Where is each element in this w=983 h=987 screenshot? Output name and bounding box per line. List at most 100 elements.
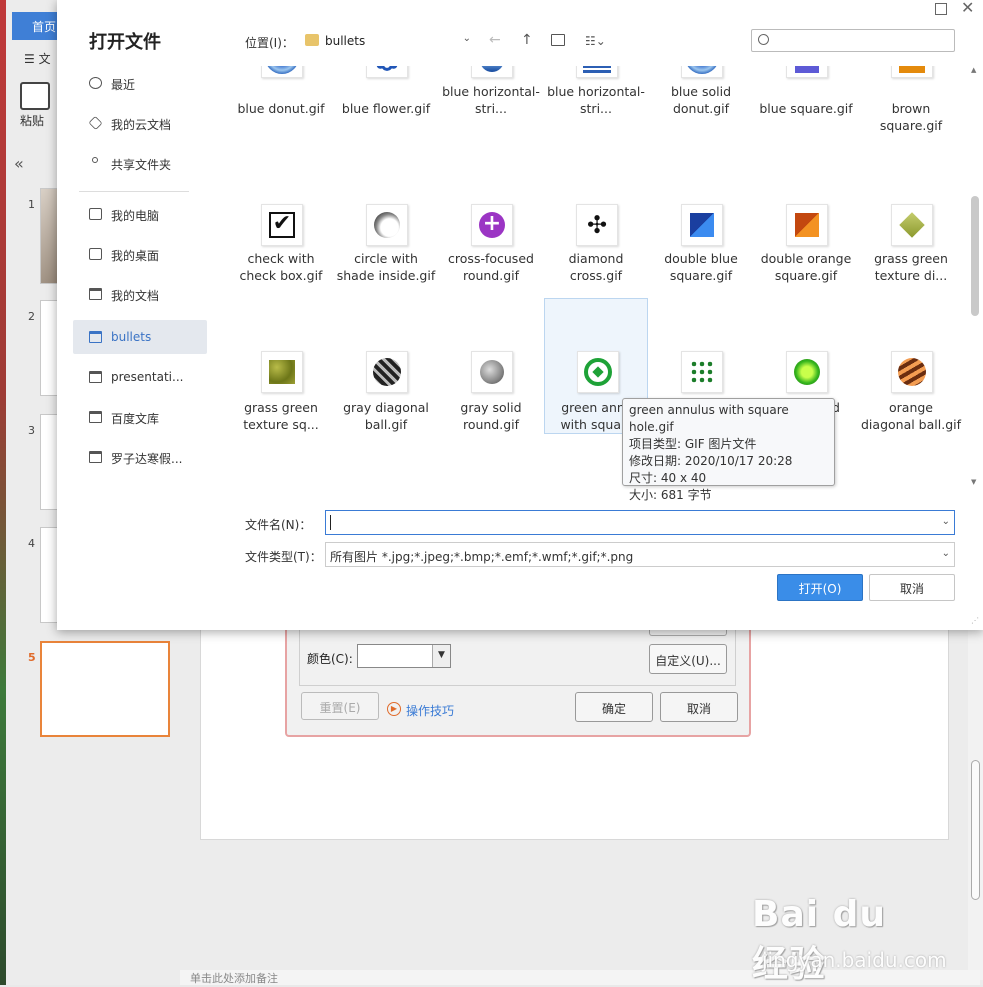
sidebar-item-recent[interactable]: 最近 (73, 66, 207, 100)
ok-button[interactable]: 确定 (575, 692, 653, 722)
file-item[interactable]: brown square.gif (859, 66, 963, 184)
tooltip-filename: green annulus with square hole.gif (629, 403, 789, 434)
slide-preview (40, 641, 170, 737)
sidebar-item-computer[interactable]: 我的电脑 (73, 197, 207, 231)
file-item[interactable]: ✔ check with check box.gif (229, 196, 333, 332)
folder-icon (89, 288, 102, 300)
clock-icon (89, 77, 102, 89)
file-name: grass green texture sq... (243, 400, 319, 432)
file-name: blue horizontal-stri... (547, 84, 645, 116)
gray-round-icon (471, 351, 513, 393)
editor-scrollbar[interactable] (968, 630, 983, 980)
file-item[interactable]: blue horizontal-stri... (439, 66, 543, 184)
dialog-title: 打开文件 (89, 32, 161, 53)
file-item[interactable]: circle with shade inside.gif (334, 196, 438, 332)
file-item[interactable]: blue square.gif (754, 66, 858, 184)
color-label: 颜色(C): (307, 652, 353, 666)
sidebar-item-label: bullets (111, 330, 152, 344)
collapse-panel-icon[interactable]: « (14, 154, 24, 173)
filetype-value: 所有图片 *.jpg;*.jpeg;*.bmp;*.emf;*.wmf;*.gi… (330, 550, 634, 564)
baidu-watermark: Bai du 经验 jingyan.baidu.com (752, 878, 947, 985)
tooltip-date: 修改日期: 2020/10/17 20:28 (629, 454, 793, 468)
open-button[interactable]: 打开(O) (777, 574, 863, 601)
file-item[interactable]: blue flower.gif (334, 66, 438, 184)
file-name: grass green texture di... (874, 251, 948, 283)
chevron-down-icon[interactable]: ⌄ (463, 33, 471, 44)
sidebar-item-label: presentati... (111, 370, 184, 384)
chevron-down-icon[interactable]: ⌄ (942, 516, 950, 527)
file-item[interactable]: double blue square.gif (649, 196, 753, 332)
sidebar-item-winter-folder[interactable]: 罗子达寒假... (73, 440, 207, 474)
paste-label[interactable]: 粘贴 (20, 112, 44, 129)
close-icon[interactable]: ✕ (961, 0, 974, 17)
purple-cross-icon: + (471, 204, 513, 246)
file-item[interactable]: gray solid round.gif (439, 344, 543, 480)
paste-icon[interactable] (20, 82, 50, 110)
computer-icon (89, 208, 102, 220)
filename-input[interactable]: ⌄ (325, 510, 955, 535)
watermark-brand: Bai du 经验 (752, 894, 887, 985)
sidebar-item-baidu-library[interactable]: 百度文库 (73, 400, 207, 434)
window-edge-strip (0, 0, 6, 985)
sidebar-item-label: 最近 (111, 78, 136, 92)
up-arrow-icon[interactable]: ↑ (521, 32, 533, 48)
maximize-icon[interactable] (935, 3, 947, 15)
file-info-tooltip: green annulus with square hole.gif 项目类型:… (622, 398, 835, 502)
tooltip-size: 大小: 681 字节 (629, 488, 712, 502)
back-arrow-icon[interactable]: ← (489, 32, 501, 48)
file-grid: blue donut.gif blue flower.gif blue hori… (227, 66, 973, 492)
sidebar-item-label: 我的文档 (111, 289, 160, 303)
resize-grip-icon[interactable]: ⋰ (971, 616, 979, 625)
blue-flower-icon (366, 66, 408, 78)
filename-label: 文件名(N)： (245, 518, 312, 532)
search-input[interactable] (751, 29, 955, 52)
orange-ball-icon (891, 351, 933, 393)
folder-icon (89, 411, 102, 423)
location-toolbar: 位置(I)： bullets ⌄ ← ↑ ☷⌄ (243, 28, 963, 54)
filetype-label: 文件类型(T)： (245, 550, 322, 564)
file-item[interactable]: blue solid donut.gif (649, 66, 753, 184)
tab-home[interactable]: 首页 (12, 12, 58, 40)
reset-button[interactable]: 重置(E) (301, 692, 379, 720)
sidebar-item-documents[interactable]: 我的文档 (73, 277, 207, 311)
file-item[interactable]: blue donut.gif (229, 66, 333, 184)
sidebar-item-cloud-docs[interactable]: 我的云文档 (73, 106, 207, 140)
desktop-icon (89, 248, 102, 260)
chevron-down-icon[interactable]: ⌄ (942, 548, 950, 559)
file-item[interactable]: orange diagonal ball.gif (859, 344, 963, 480)
slide-number: 4 (28, 537, 35, 550)
share-icon (92, 157, 98, 163)
play-tips-icon[interactable]: ▶ (387, 702, 401, 716)
filetype-select[interactable]: 所有图片 *.jpg;*.jpeg;*.bmp;*.emf;*.wmf;*.gi… (325, 542, 955, 567)
sidebar-item-presentations[interactable]: presentati... (73, 360, 207, 394)
file-name: blue flower.gif (341, 101, 431, 116)
main-menu-button[interactable]: ☰ 文 (24, 50, 51, 67)
dropdown-arrow-icon[interactable]: ▼ (432, 645, 450, 667)
sidebar-item-shared[interactable]: 共享文件夹 (73, 146, 207, 180)
color-select[interactable]: ▼ (357, 644, 451, 668)
view-mode-icon[interactable]: ☷⌄ (585, 34, 606, 48)
file-item[interactable]: grass green texture di... (859, 196, 963, 332)
file-item[interactable]: grass green texture sq... (229, 344, 333, 480)
file-item[interactable]: + cross-focused round.gif (439, 196, 543, 332)
scroll-down-icon[interactable]: ▼ (971, 478, 976, 486)
scrollbar-thumb[interactable] (971, 196, 979, 316)
file-item[interactable]: double orange square.gif (754, 196, 858, 332)
new-folder-icon[interactable] (551, 34, 565, 46)
double-orange-square-icon (786, 204, 828, 246)
sidebar-item-label: 共享文件夹 (111, 158, 172, 172)
file-grid-scrollbar[interactable]: ▲ ▼ (969, 66, 981, 492)
sidebar-item-bullets[interactable]: bullets (73, 320, 207, 354)
cloud-doc-icon (88, 115, 103, 131)
scroll-up-icon[interactable]: ▲ (971, 66, 976, 74)
cancel-button[interactable]: 取消 (869, 574, 955, 601)
file-name: double blue square.gif (664, 251, 738, 283)
file-item[interactable]: blue horizontal-stri... (544, 66, 648, 184)
custom-button[interactable]: 自定义(U)... (649, 644, 727, 674)
sidebar-item-desktop[interactable]: 我的桌面 (73, 237, 207, 271)
file-item[interactable]: gray diagonal ball.gif (334, 344, 438, 480)
location-combo[interactable]: bullets ⌄ (301, 29, 475, 53)
cancel-button[interactable]: 取消 (660, 692, 738, 722)
tips-link[interactable]: 操作技巧 (406, 702, 454, 719)
scrollbar-thumb[interactable] (971, 760, 980, 900)
